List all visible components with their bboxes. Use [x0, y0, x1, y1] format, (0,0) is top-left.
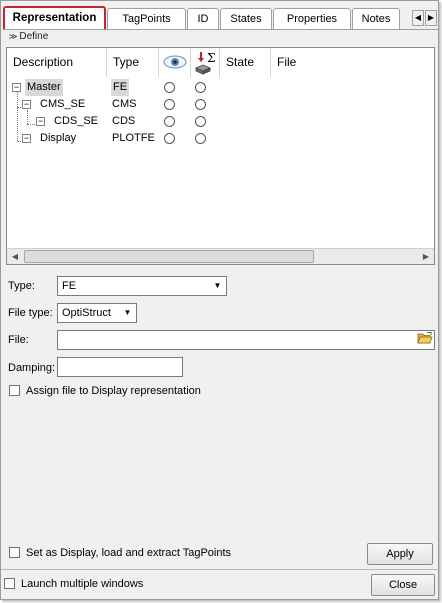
visibility-radio[interactable]	[164, 133, 175, 144]
row-description: CMS_SE	[40, 98, 86, 110]
scroll-right-icon[interactable]: ▶	[425, 10, 437, 26]
chevron-down-icon[interactable]: ▼	[210, 278, 225, 294]
row-type: PLOTFE	[112, 132, 155, 144]
type-dropdown[interactable]: FE ▼	[57, 276, 227, 296]
tab-properties[interactable]: Properties	[273, 8, 351, 30]
collapse-icon[interactable]: −	[12, 83, 21, 92]
set-display-checkbox[interactable]	[9, 547, 20, 558]
footer-divider	[1, 569, 438, 570]
table-row[interactable]: − CDS_SE CDS	[7, 113, 434, 130]
launch-multiple-label: Launch multiple windows	[21, 578, 144, 590]
visibility-radio[interactable]	[164, 99, 175, 110]
close-button[interactable]: Close	[371, 574, 435, 596]
representation-grid[interactable]: Description Type Σ State File − Master F…	[6, 47, 435, 265]
visibility-radio[interactable]	[164, 116, 175, 127]
tab-id[interactable]: ID	[187, 8, 219, 30]
collapse-icon[interactable]: −	[22, 100, 31, 109]
representation-panel: Representation TagPoints ID States Prope…	[0, 0, 439, 600]
column-header-type[interactable]: Type	[107, 48, 159, 77]
chevron-down-icon[interactable]: ▼	[120, 305, 135, 321]
grid-header: Description Type Σ State File	[7, 48, 434, 77]
file-field[interactable]	[57, 330, 435, 350]
collapse-icon[interactable]: −	[22, 134, 31, 143]
svg-text:Σ: Σ	[207, 51, 215, 65]
load-radio[interactable]	[195, 99, 206, 110]
load-radio[interactable]	[195, 82, 206, 93]
tab-strip: Representation TagPoints ID States Prope…	[3, 6, 438, 30]
column-header-file[interactable]: File	[271, 48, 434, 77]
row-type: FE	[111, 79, 130, 96]
folder-open-icon	[417, 332, 433, 344]
visibility-radio[interactable]	[164, 82, 175, 93]
tab-divider	[3, 29, 438, 30]
file-type-dropdown[interactable]: OptiStruct ▼	[57, 303, 137, 323]
damping-field[interactable]	[57, 357, 183, 377]
eye-icon	[163, 55, 187, 69]
browse-button[interactable]	[416, 331, 434, 349]
tab-notes[interactable]: Notes	[352, 8, 400, 30]
collapse-icon[interactable]: −	[36, 117, 45, 126]
column-header-visibility[interactable]	[159, 48, 191, 77]
type-label: Type:	[8, 280, 35, 292]
launch-multiple-checkbox[interactable]	[4, 578, 15, 589]
load-radio[interactable]	[195, 116, 206, 127]
column-header-state[interactable]: State	[220, 48, 271, 77]
load-sum-icon: Σ	[194, 51, 215, 75]
scroll-right-icon[interactable]: ▶	[418, 249, 434, 264]
tab-states[interactable]: States	[220, 8, 272, 30]
define-section-toggle[interactable]: ≫ Define	[9, 31, 48, 42]
load-radio[interactable]	[195, 133, 206, 144]
file-label: File:	[8, 334, 29, 346]
horizontal-scrollbar[interactable]: ◀ ▶	[7, 248, 434, 264]
row-type: CMS	[112, 98, 137, 110]
scrollbar-thumb[interactable]	[24, 250, 314, 263]
table-row[interactable]: − Master FE	[7, 79, 434, 96]
damping-label: Damping:	[8, 362, 56, 374]
type-value: FE	[62, 280, 77, 292]
tab-tagpoints[interactable]: TagPoints	[107, 8, 186, 30]
scroll-left-icon[interactable]: ◀	[7, 249, 23, 264]
row-type: CDS	[112, 115, 136, 127]
define-label: Define	[19, 31, 49, 42]
table-row[interactable]: − Display PLOTFE	[7, 130, 434, 147]
tab-representation[interactable]: Representation	[3, 6, 106, 30]
row-description: Display	[40, 132, 77, 144]
scroll-left-icon[interactable]: ◀	[412, 10, 424, 26]
column-header-description[interactable]: Description	[7, 48, 107, 77]
assign-file-label: Assign file to Display representation	[26, 385, 201, 397]
row-description: Master	[25, 79, 63, 96]
collapse-chevron-icon: ≫	[9, 32, 18, 41]
apply-button[interactable]: Apply	[367, 543, 433, 565]
column-header-load[interactable]: Σ	[191, 48, 220, 77]
file-type-value: OptiStruct	[62, 307, 111, 319]
table-row[interactable]: − CMS_SE CMS	[7, 96, 434, 113]
assign-file-checkbox[interactable]	[9, 385, 20, 396]
row-description: CDS_SE	[54, 115, 99, 127]
file-type-label: File type:	[8, 307, 53, 319]
set-display-label: Set as Display, load and extract TagPoin…	[26, 547, 232, 559]
